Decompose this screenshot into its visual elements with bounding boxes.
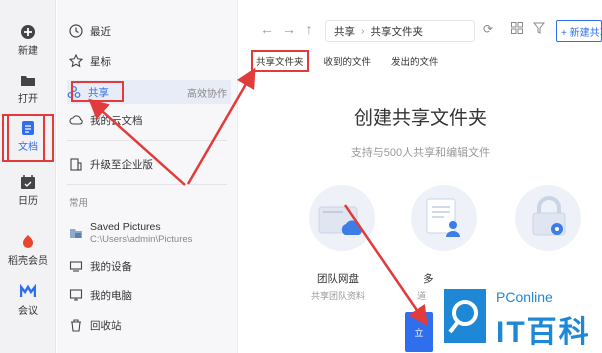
meeting-icon [20, 284, 36, 297]
sidebar: 最近 星标 共享 高效协作 我的云文档 升级至企业版 常用 ⋮ Saved Pi… [57, 0, 278, 353]
pictures-folder-icon [70, 229, 82, 238]
multi-share-card[interactable] [409, 185, 479, 251]
page-subtitle: 支持与500人共享和编辑文件 [350, 147, 491, 159]
rail-label: 新建 [18, 46, 38, 57]
sidebar-item-label: 回收站 [90, 319, 122, 332]
sidebar-item-upgrade[interactable]: 升级至企业版 [69, 152, 231, 176]
sidebar-item-label: 我的云文档 [90, 114, 143, 127]
sidebar-item-saved-pictures[interactable]: Saved Pictures C:\Users\admin\Pictures [69, 218, 231, 248]
breadcrumb-item[interactable]: 共享 [334, 24, 355, 39]
breadcrumb-item[interactable]: 共享文件夹 [371, 24, 424, 39]
sidebar-item-recent[interactable]: 最近 [69, 19, 231, 43]
rail-item-new[interactable]: 新建 [4, 20, 52, 60]
card-subtitle: 共享团队资料 [311, 291, 366, 301]
rail-item-documents[interactable]: 文档 [2, 114, 54, 162]
rail-label: 会议 [18, 306, 38, 317]
sidebar-item-label: 升级至企业版 [90, 158, 153, 171]
sidebar-item-path: C:\Users\admin\Pictures [90, 234, 193, 245]
toolbar: ← → ↑ 共享 › 共享文件夹 ⟳ + 新建共享 [239, 18, 602, 44]
new-shared-folder-button[interactable]: + 新建共享 [556, 20, 602, 42]
app-rail: 新建 打开 文档 日历 稻壳会员 会议 [0, 0, 56, 353]
tab-sent-files[interactable]: 发出的文件 [388, 52, 442, 70]
divider [67, 184, 227, 185]
plus-circle-icon [21, 25, 35, 39]
sidebar-item-trash[interactable]: 回收站 [69, 313, 231, 337]
refresh-icon[interactable]: ⟳ [480, 22, 496, 38]
member-icon [23, 235, 33, 248]
document-icon [22, 121, 34, 135]
document-people-icon [426, 198, 460, 237]
tab-received-files[interactable]: 收到的文件 [321, 52, 375, 70]
sidebar-item-label: 最近 [90, 25, 111, 38]
folder-icon [21, 76, 35, 86]
sidebar-item-my-device[interactable]: 我的设备 [69, 254, 231, 278]
rail-label: 日历 [18, 196, 38, 207]
sidebar-item-label: 我的设备 [90, 260, 132, 273]
breadcrumb[interactable]: 共享 › 共享文件夹 [325, 20, 475, 42]
device-icon [69, 261, 83, 272]
pconline-logo-icon [444, 289, 486, 343]
filter-icon[interactable] [531, 22, 547, 38]
card-subtitle: 道 [417, 291, 427, 301]
lock-icon [532, 196, 566, 236]
rail-label: 稻壳会员 [8, 256, 48, 267]
tab-shared-folders[interactable]: 共享文件夹 [251, 50, 309, 72]
cloud-icon [69, 115, 83, 125]
back-arrow-icon[interactable]: ← [259, 21, 275, 37]
team-drive-icon [318, 206, 362, 235]
rail-label: 文档 [18, 142, 38, 153]
card-title: 团队网盘 [317, 273, 359, 285]
forward-arrow-icon[interactable]: → [281, 21, 297, 37]
create-button[interactable]: 立 [405, 312, 433, 352]
annotation-highlight-share [71, 81, 124, 102]
section-label-common: 常用 [69, 198, 89, 209]
calendar-icon [21, 175, 35, 189]
grid-view-icon[interactable] [509, 22, 525, 38]
secure-share-card[interactable] [513, 185, 583, 251]
sidebar-item-extra: 高效协作 [187, 88, 227, 100]
sidebar-item-label: 星标 [90, 55, 111, 68]
building-icon [70, 158, 82, 171]
computer-icon [69, 289, 83, 301]
sidebar-item-starred[interactable]: 星标 [69, 49, 231, 73]
rail-item-open[interactable]: 打开 [4, 68, 52, 108]
trash-icon [71, 319, 81, 332]
rail-item-calendar[interactable]: 日历 [4, 170, 52, 210]
watermark-brand: PConline [496, 289, 553, 305]
tab-bar: 共享文件夹 收到的文件 发出的文件 [251, 50, 442, 72]
up-arrow-icon[interactable]: ↑ [301, 21, 317, 37]
sidebar-item-my-computer[interactable]: 我的电脑 [69, 283, 231, 307]
sidebar-item-label: Saved Pictures [90, 221, 161, 233]
star-icon [69, 54, 83, 68]
watermark-title: IT百科 [496, 316, 591, 349]
divider [67, 140, 227, 141]
breadcrumb-separator: › [361, 25, 365, 37]
rail-label: 打开 [18, 94, 38, 105]
sidebar-item-label: 我的电脑 [90, 289, 132, 302]
team-drive-card[interactable] [307, 185, 377, 251]
page-title: 创建共享文件夹 [353, 108, 487, 129]
rail-item-meeting[interactable]: 会议 [4, 280, 52, 320]
rail-item-member[interactable]: 稻壳会员 [4, 230, 52, 270]
watermark: PConline IT百科 [440, 281, 602, 353]
sidebar-item-cloud-docs[interactable]: 我的云文档 [69, 108, 231, 132]
card-title: 多 [423, 273, 434, 285]
clock-icon [69, 24, 83, 38]
